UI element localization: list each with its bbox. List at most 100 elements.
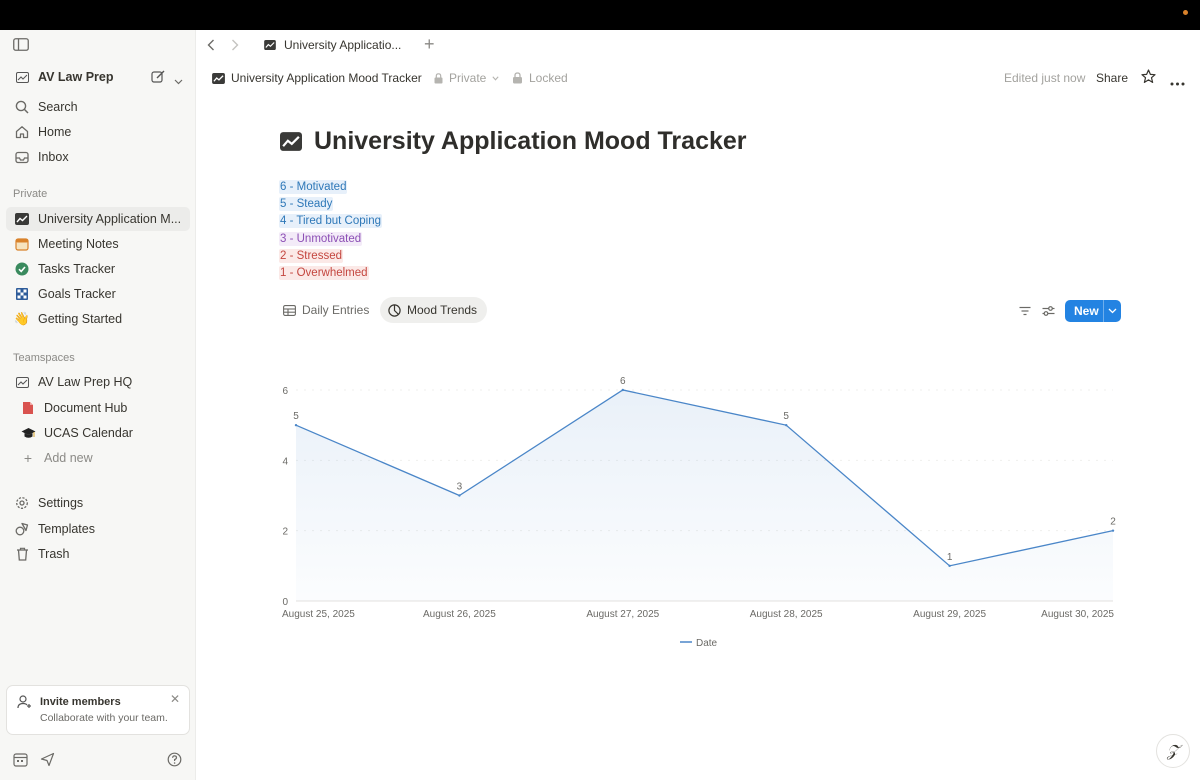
data-label: 5 [293, 411, 299, 422]
tab-bar: University Applicatio... + [196, 30, 1200, 60]
invite-members-card[interactable]: Invite members Collaborate with your tea… [6, 685, 190, 735]
data-label: 5 [783, 411, 789, 422]
sidebar-item-label: Inbox [38, 150, 69, 164]
filter-icon[interactable] [1019, 303, 1031, 321]
data-label: 3 [457, 482, 463, 493]
lock-icon [434, 72, 443, 84]
breadcrumb[interactable]: University Application Mood Tracker [212, 71, 422, 85]
templates-icon [14, 521, 30, 537]
assistant-icon[interactable]: 𝒵 [1156, 734, 1190, 768]
system-top-bar [0, 0, 1200, 30]
mood-legend-item: 5 - Steady [279, 197, 334, 212]
chevron-down-icon [492, 75, 499, 81]
sidebar-item-label: AV Law Prep HQ [38, 375, 133, 389]
trash-icon [14, 546, 30, 562]
workspace-chevron-down-icon[interactable] [174, 72, 183, 90]
lock-icon [512, 72, 523, 84]
new-button[interactable]: New [1065, 300, 1121, 322]
invite-subtitle: Collaborate with your team. [40, 712, 168, 724]
teamspaces-section-label: Teamspaces [13, 352, 75, 364]
sidebar-item-label: Getting Started [38, 312, 123, 326]
help-icon[interactable] [167, 752, 182, 772]
share-button[interactable]: Share [1096, 71, 1128, 85]
status-dot [1183, 10, 1188, 15]
gear-icon [14, 495, 30, 511]
sidebar-item-document-hub[interactable]: Document Hub [6, 396, 190, 420]
home-icon [14, 124, 30, 140]
sidebar-item-search[interactable]: Search [6, 95, 190, 119]
trend-icon [264, 40, 276, 50]
sidebar-item-label: Trash [38, 547, 70, 561]
sidebar-item-add-new[interactable]: + Add new [6, 446, 190, 470]
settings-sliders-icon[interactable] [1042, 303, 1055, 321]
sidebar-item-templates[interactable]: Templates [6, 517, 190, 541]
sidebar-item-home[interactable]: Home [6, 120, 190, 144]
back-icon[interactable] [207, 38, 215, 54]
tab-mood-tracker[interactable]: University Applicatio... [254, 30, 409, 60]
privacy-label: Private [449, 71, 487, 85]
series-area [296, 390, 1113, 601]
sidebar-item-settings[interactable]: Settings [6, 491, 190, 515]
sidebar-item-label: Templates [38, 522, 95, 536]
forward-icon[interactable] [231, 38, 239, 54]
sidebar-item-label: Meeting Notes [38, 237, 119, 251]
sidebar-item-label: Search [38, 100, 78, 114]
locked-indicator[interactable]: Locked [512, 71, 568, 85]
sidebar-item-tasks-tracker[interactable]: Tasks Tracker [6, 257, 190, 281]
edited-status: Edited just now [1004, 71, 1086, 85]
mood-legend-item: 1 - Overwhelmed [279, 266, 369, 280]
new-tab-icon[interactable]: + [424, 34, 435, 55]
trend-icon [212, 72, 225, 84]
tab-daily-entries[interactable]: Daily Entries [275, 297, 379, 323]
search-icon [14, 99, 30, 115]
data-label: 1 [947, 552, 953, 563]
sidebar-item-label: Tasks Tracker [38, 262, 116, 276]
sidebar-item-ucas-calendar[interactable]: UCAS Calendar [6, 421, 190, 445]
sidebar-item-inbox[interactable]: Inbox [6, 145, 190, 169]
chevron-down-icon[interactable] [1104, 308, 1121, 314]
flag-icon [14, 286, 30, 302]
wave-hand-icon: 👋 [13, 311, 31, 326]
sidebar: AV Law Prep Search Home Inbox Private Un… [0, 30, 196, 780]
mood-line-chart: 0 2 4 6 5 3 6 5 1 2 August 25, 2025 August 26, 2025… [282, 376, 1116, 649]
more-icon[interactable] [1170, 75, 1185, 89]
mood-legend-item: 4 - Tired but Coping [279, 214, 383, 229]
x-tick-label: August 29, 2025 [913, 609, 986, 620]
sidebar-item-getting-started[interactable]: 👋 Getting Started [6, 307, 190, 331]
sidebar-item-goals-tracker[interactable]: Goals Tracker [6, 282, 190, 306]
x-tick-label: August 25, 2025 [282, 609, 355, 620]
sidebar-item-label: Add new [44, 451, 93, 465]
sidebar-toggle-icon[interactable] [13, 38, 29, 56]
star-icon[interactable] [1141, 69, 1156, 87]
check-circle-icon [14, 261, 30, 277]
invite-title: Invite members [40, 696, 121, 708]
tab-label: Mood Trends [407, 303, 478, 317]
sidebar-item-meeting-notes[interactable]: Meeting Notes [6, 232, 190, 256]
y-tick-label: 2 [282, 527, 288, 538]
data-point [785, 423, 788, 427]
send-icon[interactable] [40, 752, 55, 772]
data-point [621, 388, 624, 392]
calendar-app-icon[interactable] [13, 752, 28, 772]
mood-legend-item: 6 - Motivated [279, 180, 348, 194]
locked-label: Locked [529, 71, 568, 85]
x-tick-label: August 27, 2025 [586, 609, 659, 620]
workspace-icon [14, 69, 30, 85]
plus-icon: + [23, 450, 33, 466]
sidebar-item-trash[interactable]: Trash [6, 542, 190, 566]
data-label: 2 [1110, 517, 1116, 528]
new-button-label: New [1074, 304, 1099, 318]
sidebar-item-av-law-prep-hq[interactable]: AV Law Prep HQ [6, 370, 190, 394]
data-point [948, 564, 951, 568]
sidebar-item-mood-tracker[interactable]: University Application M... [6, 207, 190, 231]
tab-title: University Applicatio... [284, 38, 402, 52]
inbox-icon [14, 149, 30, 165]
tab-mood-trends[interactable]: Mood Trends [380, 297, 488, 323]
calendar-icon [14, 236, 30, 252]
close-icon[interactable]: ✕ [170, 692, 180, 706]
privacy-menu[interactable]: Private [434, 71, 499, 85]
add-user-icon [17, 695, 32, 714]
new-page-icon[interactable] [151, 70, 165, 89]
x-tick-label: August 28, 2025 [750, 609, 823, 620]
page-title: University Application Mood Tracker [314, 127, 747, 155]
